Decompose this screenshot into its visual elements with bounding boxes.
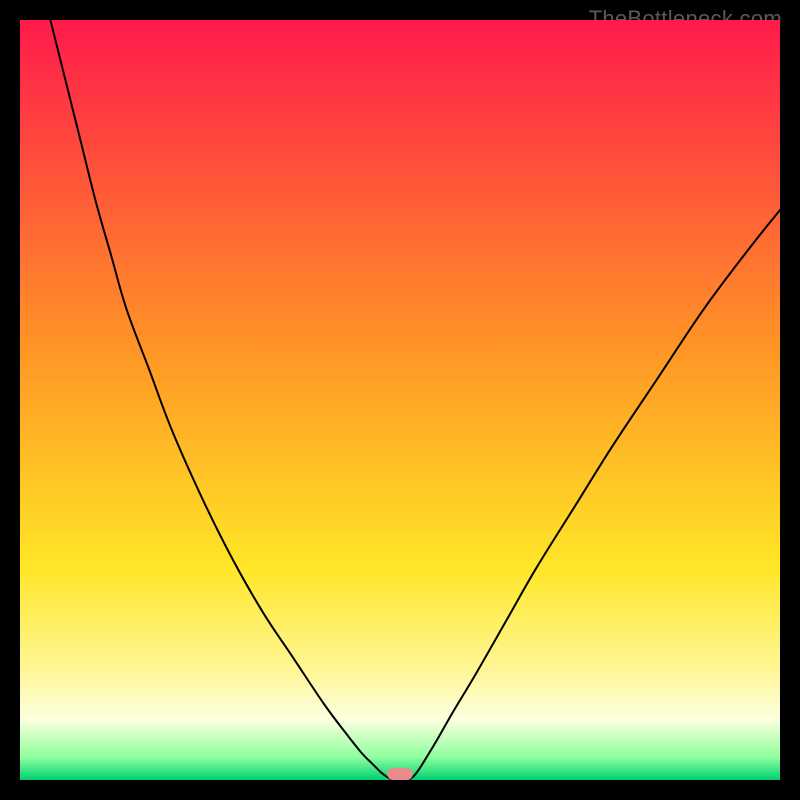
plot-area xyxy=(20,20,780,780)
floor-pill-marker xyxy=(387,768,413,780)
chart-frame: TheBottleneck.com xyxy=(0,0,800,800)
gradient-background xyxy=(20,20,780,780)
floor-marker-group xyxy=(387,768,413,780)
chart-svg xyxy=(20,20,780,780)
